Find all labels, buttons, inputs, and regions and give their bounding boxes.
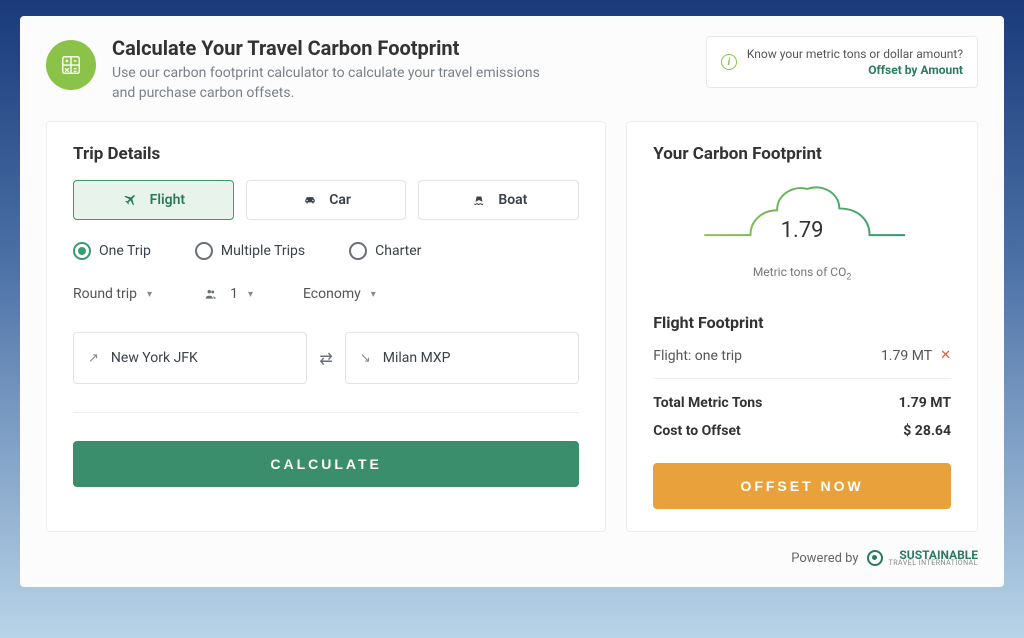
calculator-icon xyxy=(46,40,96,90)
panels: Trip Details Flight Car Boat O xyxy=(46,121,978,531)
sti-logo-icon xyxy=(867,550,883,566)
passenger-dropdown[interactable]: 1 ▾ xyxy=(202,286,253,302)
divider xyxy=(653,378,951,379)
chevron-down-icon: ▾ xyxy=(371,289,376,300)
trip-details-heading: Trip Details xyxy=(73,144,579,164)
cost-value: $ 28.64 xyxy=(903,423,951,439)
from-airport-input[interactable]: ↗ New York JFK xyxy=(73,332,307,384)
cloud-gauge: 1.79 Metric tons of CO2 xyxy=(653,180,951,282)
offset-now-button[interactable]: OFFSET NOW xyxy=(653,463,951,509)
sti-logo[interactable]: SUSTAINABLE TRAVEL INTERNATIONAL xyxy=(867,550,978,567)
radio-one-trip[interactable]: One Trip xyxy=(73,242,151,260)
footprint-panel: Your Carbon Footprint 1.79 Metric to xyxy=(626,121,978,531)
trip-details-panel: Trip Details Flight Car Boat O xyxy=(46,121,606,531)
chevron-down-icon: ▾ xyxy=(248,289,253,300)
trip-kind-dropdown[interactable]: Round trip ▾ xyxy=(73,286,152,302)
remove-line-button[interactable]: ✕ xyxy=(940,348,951,363)
radio-icon xyxy=(73,242,91,260)
class-dropdown[interactable]: Economy ▾ xyxy=(303,286,376,302)
depart-icon: ↗ xyxy=(88,351,99,366)
trip-kind-value: Round trip xyxy=(73,286,137,302)
cost-to-offset-row: Cost to Offset $ 28.64 xyxy=(653,417,951,445)
powered-prefix: Powered by xyxy=(791,551,858,566)
passenger-value: 1 xyxy=(230,286,238,302)
tab-boat[interactable]: Boat xyxy=(418,180,579,220)
offset-amount-link[interactable]: Offset by Amount xyxy=(747,63,963,77)
divider xyxy=(73,412,579,413)
tab-boat-label: Boat xyxy=(498,192,527,208)
total-label: Total Metric Tons xyxy=(653,395,762,411)
offset-amount-prompt: Know your metric tons or dollar amount? xyxy=(747,47,963,61)
class-value: Economy xyxy=(303,286,361,302)
trip-options: Round trip ▾ 1 ▾ Economy ▾ xyxy=(73,286,579,302)
header-text: Calculate Your Travel Carbon Footprint U… xyxy=(112,36,690,103)
footprint-line-label: Flight: one trip xyxy=(653,348,742,364)
radio-one-trip-label: One Trip xyxy=(99,243,151,259)
tab-car[interactable]: Car xyxy=(246,180,407,220)
radio-icon xyxy=(349,242,367,260)
footprint-line-item: Flight: one trip 1.79 MT ✕ xyxy=(653,342,951,370)
arrive-icon: ↘ xyxy=(360,351,371,366)
powered-by: Powered by SUSTAINABLE TRAVEL INTERNATIO… xyxy=(46,550,978,567)
tab-flight[interactable]: Flight xyxy=(73,180,234,220)
tab-car-label: Car xyxy=(329,192,351,208)
offset-by-amount-box[interactable]: i Know your metric tons or dollar amount… xyxy=(706,36,978,88)
page-subtitle: Use our carbon footprint calculator to c… xyxy=(112,64,552,103)
to-airport-value: Milan MXP xyxy=(383,350,451,366)
from-airport-value: New York JFK xyxy=(111,350,198,366)
main-frame: Calculate Your Travel Carbon Footprint U… xyxy=(20,16,1004,587)
passenger-icon xyxy=(202,287,220,301)
header: Calculate Your Travel Carbon Footprint U… xyxy=(46,36,978,103)
info-icon: i xyxy=(721,54,737,70)
chevron-down-icon: ▾ xyxy=(147,289,152,300)
footprint-unit: Metric tons of CO2 xyxy=(753,265,852,282)
cost-label: Cost to Offset xyxy=(653,423,741,439)
flight-footprint-title: Flight Footprint xyxy=(653,313,951,332)
total-metric-tons-row: Total Metric Tons 1.79 MT xyxy=(653,389,951,417)
airports-row: ↗ New York JFK ⇄ ↘ Milan MXP xyxy=(73,332,579,384)
footprint-value: 1.79 xyxy=(781,218,824,243)
to-airport-input[interactable]: ↘ Milan MXP xyxy=(345,332,579,384)
swap-airports-button[interactable]: ⇄ xyxy=(319,349,332,368)
calculate-button[interactable]: CALCULATE xyxy=(73,441,579,487)
footprint-heading: Your Carbon Footprint xyxy=(653,144,951,164)
radio-charter[interactable]: Charter xyxy=(349,242,421,260)
radio-charter-label: Charter xyxy=(375,243,421,259)
radio-icon xyxy=(195,242,213,260)
sti-brand-line2: TRAVEL INTERNATIONAL xyxy=(889,560,978,566)
footprint-line-value: 1.79 MT xyxy=(881,348,932,364)
page-title: Calculate Your Travel Carbon Footprint xyxy=(112,36,690,60)
radio-multiple-trips-label: Multiple Trips xyxy=(221,243,305,259)
total-value: 1.79 MT xyxy=(899,395,951,411)
tab-flight-label: Flight xyxy=(150,192,185,208)
trip-count-radios: One Trip Multiple Trips Charter xyxy=(73,242,579,260)
radio-multiple-trips[interactable]: Multiple Trips xyxy=(195,242,305,260)
transport-tabs: Flight Car Boat xyxy=(73,180,579,220)
